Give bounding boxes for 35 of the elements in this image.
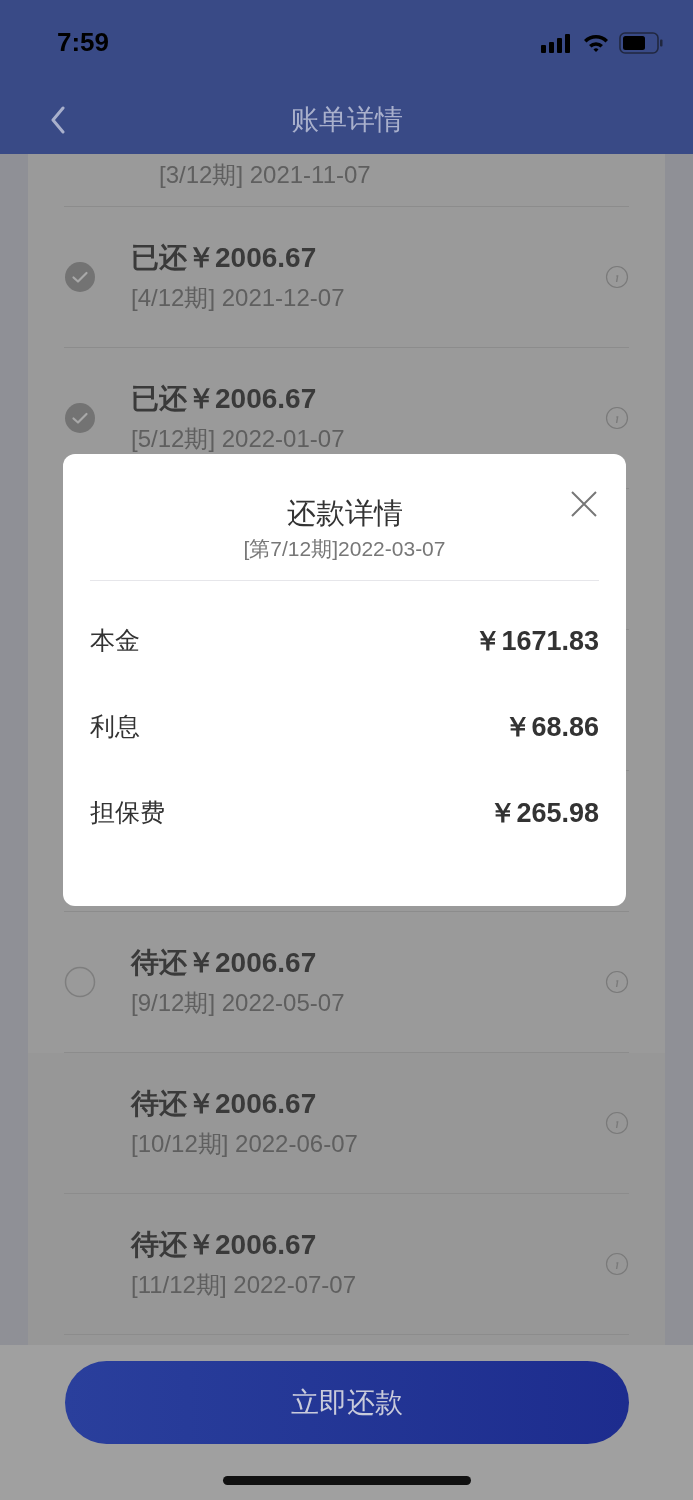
fee-amount: ￥68.86 [504, 710, 599, 744]
period-date: [4/12期] 2021-12-07 [131, 283, 346, 313]
period-date: [9/12期] 2022-05-07 [131, 988, 346, 1018]
battery-icon [619, 31, 663, 54]
wifi-icon [583, 32, 609, 53]
back-icon[interactable] [50, 105, 66, 134]
period-date: [5/12期] 2022-01-07 [131, 424, 346, 454]
checked-circle-icon[interactable] [64, 402, 96, 434]
info-icon[interactable] [605, 970, 629, 994]
info-icon[interactable] [605, 265, 629, 289]
info-icon[interactable] [605, 1252, 629, 1276]
installment-amount: 已还￥2006.67 [131, 241, 318, 275]
fee-label: 担保费 [90, 797, 165, 829]
dialog-subtitle: [第7/12期]2022-03-07 [243, 536, 446, 562]
period-date: [11/12期] 2022-07-07 [131, 1270, 358, 1300]
installment-amount: 待还￥2006.67 [131, 946, 318, 980]
checked-circle-icon[interactable] [64, 261, 96, 293]
page-title: 账单详情 [290, 102, 403, 137]
empty-circle-icon[interactable] [64, 966, 96, 998]
pay-now-button[interactable]: 立即还款 [64, 1361, 629, 1444]
status-time: 7:59 [57, 26, 110, 59]
fee-amount: ￥265.98 [489, 796, 599, 830]
close-icon[interactable] [570, 490, 598, 518]
info-icon[interactable] [605, 406, 629, 430]
period-date: [3/12期] 2021-11-07 [159, 160, 371, 190]
installment-amount: 待还￥2006.67 [131, 1228, 318, 1262]
installment-amount: 待还￥2006.67 [131, 1087, 318, 1121]
fee-amount: ￥1671.83 [474, 624, 599, 658]
info-icon[interactable] [605, 1111, 629, 1135]
dialog-title: 还款详情 [286, 496, 403, 531]
fee-label: 利息 [90, 711, 140, 743]
installment-amount: 已还￥2006.67 [131, 382, 318, 416]
signal-icon [541, 32, 573, 53]
period-date: [10/12期] 2022-06-07 [131, 1129, 359, 1159]
fee-label: 本金 [90, 625, 140, 657]
